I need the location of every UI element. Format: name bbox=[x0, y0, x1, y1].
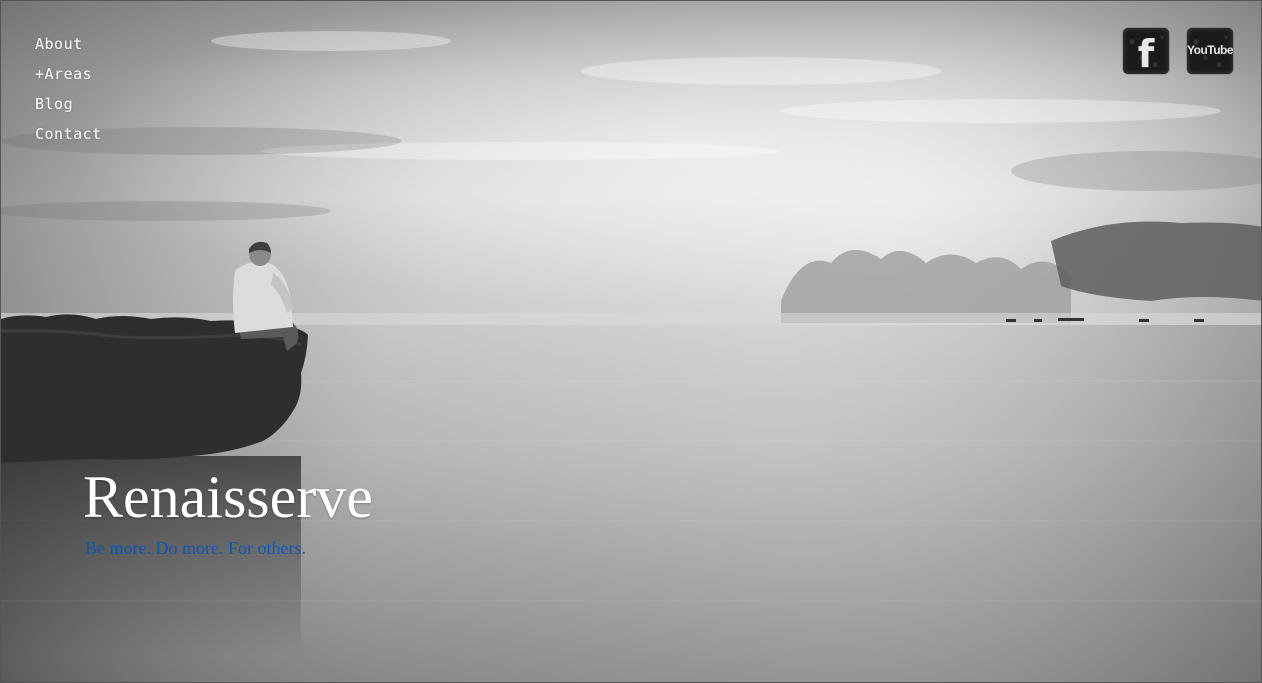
social-links: f YouTube bbox=[1123, 28, 1233, 74]
brand-block: Renaisserve Be more. Do more. For others… bbox=[83, 463, 373, 559]
facebook-icon[interactable]: f bbox=[1123, 28, 1169, 74]
nav-link-blog[interactable]: Blog bbox=[35, 95, 73, 113]
nav-item-blog: Blog bbox=[35, 95, 102, 113]
main-nav: About +Areas Blog Contact bbox=[35, 35, 102, 155]
nav-item-about: About bbox=[35, 35, 102, 53]
nav-link-about[interactable]: About bbox=[35, 35, 83, 53]
youtube-glyph: YouTube bbox=[1187, 43, 1233, 57]
nav-link-areas[interactable]: +Areas bbox=[35, 65, 92, 83]
nav-item-contact: Contact bbox=[35, 125, 102, 143]
landing-page: About +Areas Blog Contact f YouTube Rena… bbox=[0, 0, 1262, 683]
hero-background-image bbox=[1, 1, 1261, 682]
youtube-icon[interactable]: YouTube bbox=[1187, 28, 1233, 74]
facebook-glyph: f bbox=[1137, 32, 1155, 74]
nav-link-contact[interactable]: Contact bbox=[35, 125, 102, 143]
site-tagline: Be more. Do more. For others. bbox=[85, 538, 306, 558]
site-title: Renaisserve bbox=[83, 464, 373, 530]
nav-item-areas: +Areas bbox=[35, 65, 102, 83]
